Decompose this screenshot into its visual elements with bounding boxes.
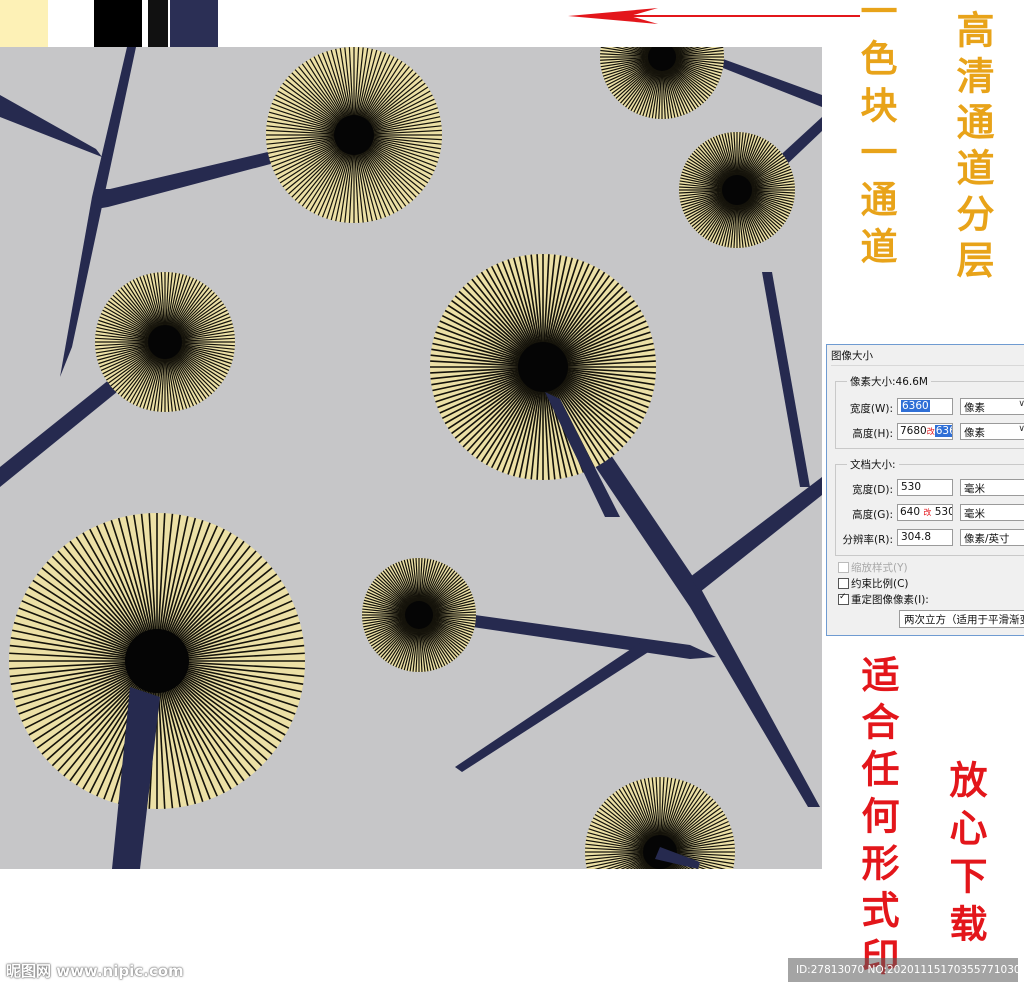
flower-center bbox=[518, 342, 568, 392]
annotation-fit-any-print: 适合任何形式印 bbox=[855, 655, 900, 984]
dandelion-flower bbox=[679, 132, 795, 248]
width-label: 宽度(W): bbox=[849, 403, 893, 415]
doc-width-input[interactable]: 530 bbox=[897, 479, 953, 496]
constrain-proportions-label: 约束比例(C) bbox=[851, 578, 909, 590]
swatch-black2 bbox=[148, 0, 168, 47]
resample-label: 重定图像像素(I): bbox=[851, 594, 929, 606]
arrow-left-icon bbox=[568, 8, 860, 24]
flower-center bbox=[125, 629, 189, 693]
doc-height-input[interactable]: 640 改 530 bbox=[897, 504, 953, 521]
constrain-proportions-checkbox[interactable] bbox=[838, 578, 849, 589]
annotation-hd-channel-layers: 高清通道分层 bbox=[950, 10, 995, 286]
dandelion-flower bbox=[266, 47, 442, 223]
dandelion-flower bbox=[362, 558, 476, 672]
resolution-input[interactable]: 304.8 bbox=[897, 529, 953, 546]
pixel-size-label: 像素大小:46.6M bbox=[847, 374, 931, 389]
image-id-bar: ID:27813070 NO:20201115170355771030 bbox=[788, 958, 1018, 982]
doc-width-unit-select[interactable]: 毫米 bbox=[960, 479, 1024, 496]
dialog-title: 图像大小 bbox=[831, 350, 873, 362]
resolution-unit-select[interactable]: 像素/英寸 bbox=[960, 529, 1024, 546]
site-watermark: 昵图网 www.nipic.com bbox=[6, 962, 184, 980]
flower-center bbox=[722, 175, 752, 205]
flower-center bbox=[148, 325, 182, 359]
height-old-value: 7680 bbox=[900, 425, 927, 437]
doc-height-old-value: 640 bbox=[900, 506, 921, 518]
width-input[interactable]: 6360 bbox=[897, 398, 953, 415]
height-change-mark: 改 bbox=[926, 427, 935, 436]
doc-width-label: 宽度(D): bbox=[852, 484, 893, 496]
resample-checkbox[interactable] bbox=[838, 592, 849, 605]
dandelion-flower bbox=[95, 272, 235, 412]
swatch-white bbox=[48, 0, 94, 47]
height-unit-select[interactable]: 像素 ∨ bbox=[960, 423, 1024, 440]
flower-center bbox=[334, 115, 374, 155]
flower-center bbox=[405, 601, 433, 629]
height-label: 高度(H): bbox=[852, 428, 893, 440]
swatch-cream bbox=[0, 0, 48, 47]
dandelion-pattern-preview bbox=[0, 47, 822, 869]
doc-height-label: 高度(G): bbox=[852, 509, 893, 521]
swatch-black bbox=[94, 0, 142, 47]
image-size-dialog: 图像大小 像素大小:46.6M 宽度(W): 6360 像素 ∨ 高度(H): 7… bbox=[826, 344, 1024, 636]
dandelion-flower bbox=[430, 254, 656, 480]
title-divider bbox=[831, 365, 1024, 366]
swatch-navy bbox=[170, 0, 218, 47]
document-size-label: 文档大小: bbox=[847, 457, 899, 472]
height-new-value: 6360 bbox=[934, 425, 952, 437]
width-unit-select[interactable]: 像素 ∨ bbox=[960, 398, 1024, 415]
dandelion-flower bbox=[9, 513, 305, 809]
annotation-download-safely: 放心下载 bbox=[943, 760, 988, 952]
scale-styles-checkbox[interactable] bbox=[838, 562, 849, 573]
resolution-label: 分辨率(R): bbox=[842, 534, 893, 546]
resample-method-select[interactable]: 两次立方（适用于平滑渐变 bbox=[899, 610, 1024, 628]
height-input[interactable]: 7680改6360 bbox=[897, 423, 953, 440]
doc-height-new-value: 530 bbox=[934, 506, 953, 518]
doc-height-unit-select[interactable]: 毫米 bbox=[960, 504, 1024, 521]
doc-height-change-mark: 改 bbox=[923, 508, 932, 517]
chevron-down-icon: ∨ bbox=[1018, 399, 1024, 409]
scale-styles-label: 缩放样式(Y) bbox=[851, 562, 908, 574]
annotation-color-block-channel: 一色块一通道 bbox=[854, 0, 898, 274]
chevron-down-icon: ∨ bbox=[1018, 424, 1024, 434]
